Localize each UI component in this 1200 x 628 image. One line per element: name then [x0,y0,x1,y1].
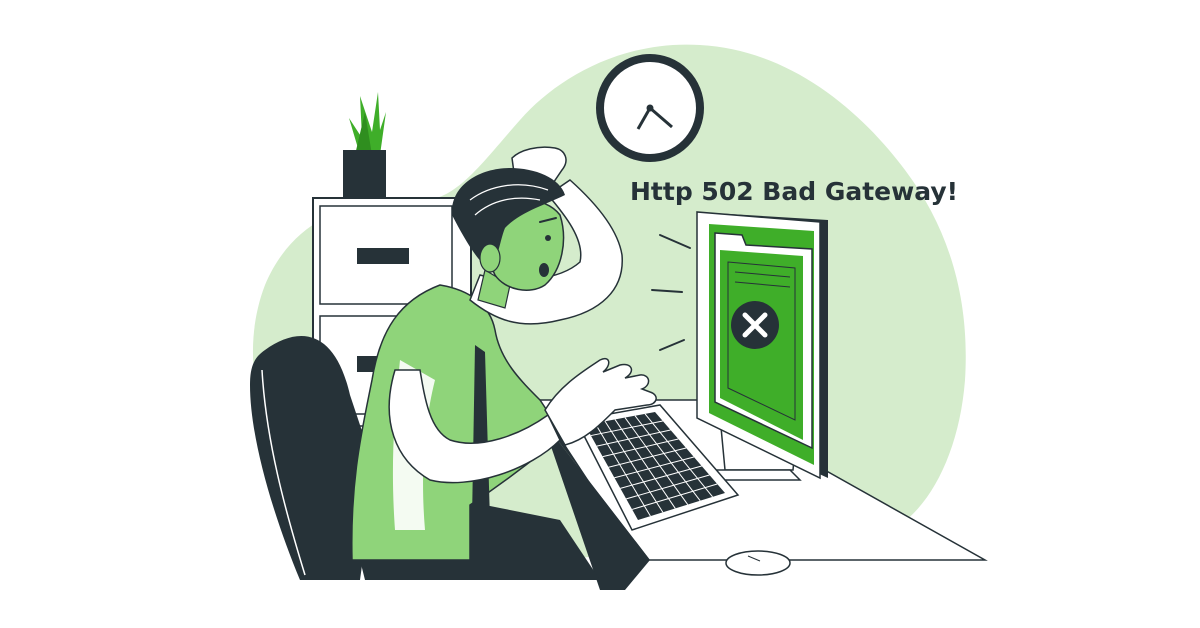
close-circle-icon [731,301,779,349]
potted-plant-icon [343,92,386,198]
clock-icon [596,54,704,162]
error-headline: Http 502 Bad Gateway! [630,177,958,206]
bad-gateway-illustration: Http 502 Bad Gateway! [250,44,988,590]
computer-mouse [725,550,791,576]
